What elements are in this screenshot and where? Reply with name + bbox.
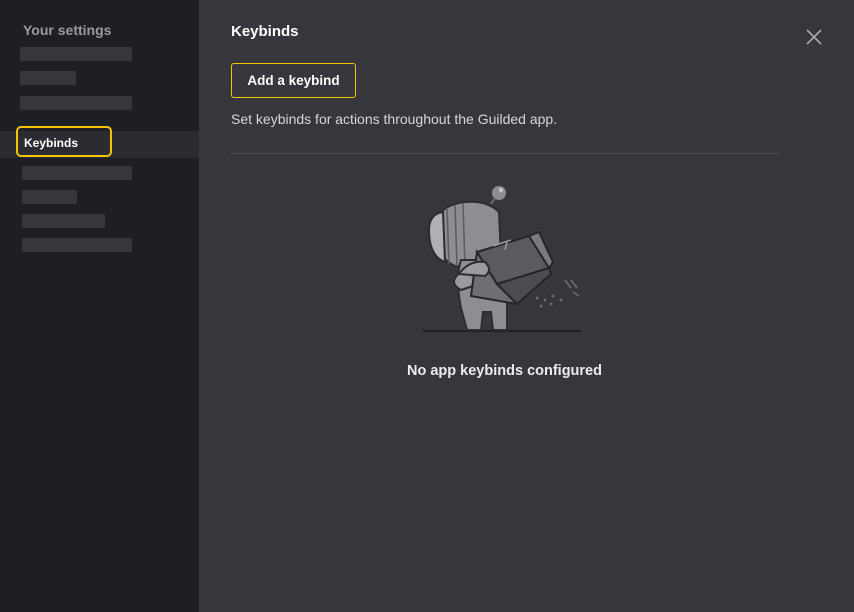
- sidebar-item-placeholder: [22, 166, 132, 180]
- sidebar-heading: Your settings: [23, 22, 112, 38]
- sidebar-item-placeholder: [20, 47, 132, 61]
- sidebar-item-placeholder: [20, 96, 132, 110]
- page-title: Keybinds: [231, 23, 299, 40]
- page-description: Set keybinds for actions throughout the …: [231, 111, 558, 127]
- settings-sidebar: Your settings Keybinds: [0, 0, 199, 612]
- close-icon[interactable]: [803, 26, 825, 48]
- add-keybind-button[interactable]: Add a keybind: [231, 63, 356, 98]
- settings-main-panel: Keybinds Add a keybind Set keybinds for …: [199, 0, 854, 612]
- sidebar-item-placeholder: [22, 214, 105, 228]
- divider: [231, 153, 779, 154]
- sidebar-item-keybinds[interactable]: Keybinds: [16, 126, 112, 157]
- sidebar-item-placeholder: [22, 190, 77, 204]
- sidebar-item-placeholder: [20, 71, 76, 85]
- robot-opening-empty-box-illustration: [421, 180, 591, 345]
- sidebar-item-label: Keybinds: [24, 136, 79, 150]
- empty-state-message: No app keybinds configured: [407, 363, 602, 379]
- sidebar-item-placeholder: [22, 238, 132, 252]
